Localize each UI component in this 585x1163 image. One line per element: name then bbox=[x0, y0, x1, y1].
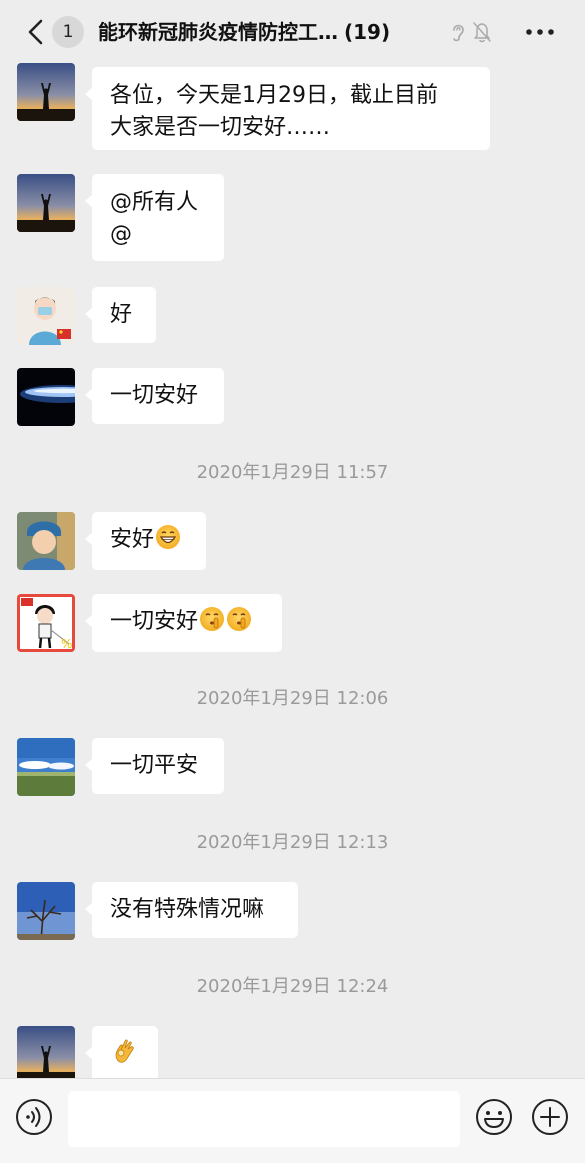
message-bubble[interactable]: 各位，今天是1月29日，截止目前 大家是否一切安好…… bbox=[85, 67, 490, 150]
message-content bbox=[110, 1038, 140, 1070]
message-text: @ bbox=[110, 222, 132, 247]
svg-text:%: % bbox=[61, 637, 72, 651]
sky-grassland-avatar[interactable] bbox=[17, 738, 75, 796]
timestamp: 2020年1月29日 11:57 bbox=[196, 462, 389, 483]
message-bubble[interactable]: 没有特殊情况嘛 bbox=[85, 882, 298, 938]
message-bubble[interactable]: 好 bbox=[85, 287, 156, 343]
bell-muted-icon bbox=[473, 22, 491, 43]
message-text: @所有人 bbox=[110, 190, 199, 215]
unread-count-badge[interactable]: 1 bbox=[52, 16, 84, 48]
message-input[interactable] bbox=[68, 1091, 460, 1147]
message-bubble[interactable]: 一切安好 bbox=[85, 594, 282, 652]
sunset-silhouette-avatar[interactable] bbox=[17, 174, 75, 232]
message-text: 一切安好 bbox=[110, 609, 199, 634]
message-text: 好 bbox=[110, 302, 133, 327]
message-bubble[interactable]: 一切安好 bbox=[85, 368, 224, 424]
message-content: 一切安好 bbox=[110, 606, 264, 638]
message-text: 没有特殊情况嘛 bbox=[110, 897, 265, 922]
shush-emoji bbox=[200, 607, 225, 631]
chat-header: 1 能环新冠肺炎疫情防控工… (19) bbox=[0, 0, 585, 62]
chat-message-list[interactable]: 各位，今天是1月29日，截止目前 大家是否一切安好…… @所有人 @ 好 一切安… bbox=[0, 62, 585, 1078]
sunset-silhouette-avatar[interactable] bbox=[17, 1026, 75, 1078]
message-bubble[interactable]: 一切平安 bbox=[85, 738, 224, 794]
earth-from-space-avatar[interactable] bbox=[17, 368, 75, 426]
timestamp: 2020年1月29日 12:13 bbox=[196, 832, 389, 853]
plus-icon[interactable] bbox=[531, 1098, 569, 1136]
more-icon[interactable] bbox=[522, 22, 558, 42]
ok-hand-emoji bbox=[115, 1039, 134, 1063]
message-text: 安好 bbox=[110, 527, 155, 552]
voice-icon[interactable] bbox=[15, 1098, 53, 1136]
cartoon-boy-avatar[interactable]: % bbox=[17, 594, 75, 652]
grin-emoji bbox=[156, 525, 181, 549]
cartoon-doctor-avatar[interactable] bbox=[17, 287, 75, 345]
message-text: 大家是否一切安好…… bbox=[110, 115, 331, 140]
back-arrow-icon[interactable] bbox=[22, 17, 50, 47]
shush-emoji bbox=[227, 607, 252, 631]
message-content: 安好 bbox=[110, 524, 188, 556]
message-bubble[interactable]: 安好 bbox=[85, 512, 206, 570]
group-name: 能环新冠肺炎疫情防控工… bbox=[98, 20, 338, 44]
message-text: 一切安好 bbox=[110, 383, 199, 408]
ear-icon bbox=[453, 24, 464, 42]
message-bubble[interactable]: @所有人 @ bbox=[85, 174, 224, 261]
timestamp: 2020年1月29日 12:24 bbox=[196, 976, 389, 997]
chat-title: 能环新冠肺炎疫情防控工… (19) bbox=[98, 17, 444, 47]
timestamp: 2020年1月29日 12:06 bbox=[196, 688, 389, 709]
emoji-icon[interactable] bbox=[475, 1098, 513, 1136]
message-text: 各位，今天是1月29日，截止目前 bbox=[110, 83, 438, 108]
member-count: (19) bbox=[344, 20, 391, 44]
message-bubble[interactable] bbox=[85, 1026, 158, 1078]
message-text: 一切平安 bbox=[110, 753, 199, 778]
tree-sky-avatar[interactable] bbox=[17, 882, 75, 940]
child-avatar[interactable] bbox=[17, 512, 75, 570]
sunset-silhouette-avatar[interactable] bbox=[17, 63, 75, 121]
input-bar bbox=[0, 1078, 585, 1163]
